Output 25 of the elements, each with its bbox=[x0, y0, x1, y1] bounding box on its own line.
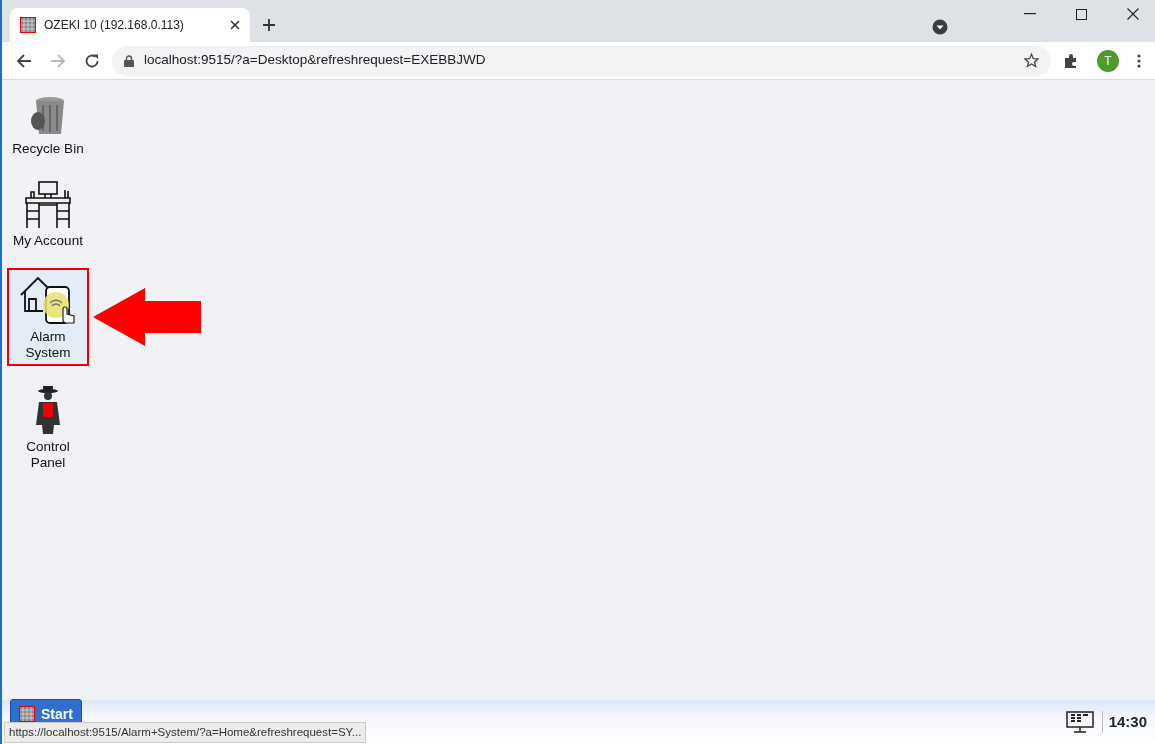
back-icon[interactable] bbox=[16, 52, 32, 69]
url-text: localhost:9515/?a=Desktop&refreshrequest=EXEBBJWD bbox=[144, 51, 487, 70]
tab-title: OZEKI 10 (192.168.0.113) bbox=[44, 17, 185, 34]
monitor-icon[interactable] bbox=[1065, 711, 1094, 733]
desktop-icon[interactable]: Alarm System bbox=[7, 268, 89, 366]
lock-icon bbox=[124, 54, 134, 67]
browser-tab[interactable]: OZEKI 10 (192.168.0.113) bbox=[10, 8, 250, 42]
reload-icon[interactable] bbox=[84, 52, 100, 69]
grid-logo-icon bbox=[19, 706, 35, 722]
close-icon[interactable] bbox=[1127, 8, 1139, 20]
new-tab-icon[interactable] bbox=[262, 18, 276, 32]
minimize-icon[interactable] bbox=[1024, 13, 1036, 15]
star-icon[interactable] bbox=[1024, 53, 1039, 68]
dropdown-icon[interactable] bbox=[932, 19, 948, 35]
grid-logo-icon bbox=[20, 17, 36, 33]
close-icon[interactable] bbox=[230, 20, 240, 30]
menu-icon[interactable] bbox=[1137, 53, 1141, 68]
maximize-icon[interactable] bbox=[1076, 8, 1087, 20]
profile-avatar[interactable]: T bbox=[1097, 49, 1119, 72]
puzzle-icon[interactable] bbox=[1063, 52, 1079, 69]
agent-figure-icon bbox=[33, 385, 63, 435]
clock: 14:30 bbox=[1101, 710, 1147, 734]
address-bar[interactable]: localhost:9515/?a=Desktop&refreshrequest=EXEBBJWD bbox=[112, 45, 1051, 76]
desk-icon bbox=[23, 181, 73, 229]
url-tooltip: https://localhost:9515/Alarm+System/?a=Home&refreshrequest=SY... bbox=[4, 721, 367, 743]
